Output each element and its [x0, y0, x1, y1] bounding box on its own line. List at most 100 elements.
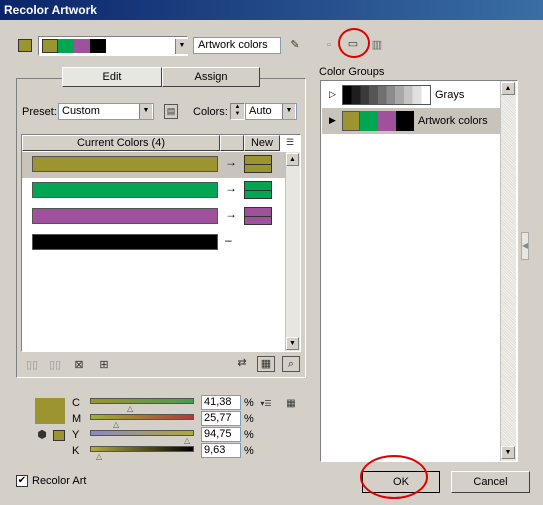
separate-colors-icon[interactable]: ▯▯	[47, 358, 63, 372]
color-mode-cube-icon[interactable]: ⬢	[36, 428, 48, 442]
group-name-artwork-colors: Artwork colors	[418, 115, 488, 127]
color-strip-dropdown[interactable]: ▼	[38, 36, 188, 56]
list-item[interactable]: ▶ Artwork colors	[322, 108, 500, 134]
mapping-arrow-icon[interactable]: →	[225, 155, 237, 169]
arrow-column-header	[220, 135, 244, 151]
yellow-value-field[interactable]: 94,75	[201, 427, 241, 442]
color-group-name-input[interactable]: Artwork colors	[193, 37, 281, 54]
current-colors-header: Current Colors (4)	[22, 135, 220, 151]
group-name-grays: Grays	[435, 89, 465, 101]
groups-scrollbar[interactable]	[500, 81, 516, 461]
color-reduction-options-icon[interactable]: ▤	[164, 104, 178, 119]
table-scrollbar[interactable]	[285, 152, 300, 351]
strip-swatch	[90, 39, 106, 53]
strip-swatch	[58, 39, 74, 53]
table-menu-icon[interactable]: ☰	[282, 135, 298, 151]
table-row[interactable]: →	[22, 178, 300, 204]
magenta-value-field[interactable]: 25,77	[201, 411, 241, 426]
group-swatch	[342, 111, 360, 131]
randomly-change-saturation-icon[interactable]: ▦	[257, 356, 275, 372]
tab-edit[interactable]: Edit	[62, 67, 162, 87]
percent-label: %	[244, 413, 254, 425]
black-slider[interactable]	[90, 446, 194, 452]
list-item[interactable]: ▷ Grays	[322, 82, 500, 108]
mapping-arrow-icon[interactable]: →	[225, 207, 237, 221]
scroll-up-button[interactable]: ▲	[501, 82, 515, 95]
slider-thumb-icon[interactable]: △	[184, 437, 190, 445]
group-swatch	[378, 111, 396, 131]
colors-value: Auto	[249, 105, 272, 117]
cyan-slider[interactable]	[90, 398, 194, 404]
slider-thumb-icon[interactable]: △	[127, 405, 133, 413]
color-library-icon[interactable]: ▦	[283, 397, 299, 411]
eyedropper-icon[interactable]: ✎	[288, 38, 302, 52]
scroll-up-button[interactable]: ▲	[286, 153, 299, 166]
mapping-arrow-icon[interactable]: →	[225, 181, 237, 195]
recolor-art-checkbox[interactable]: ✔	[16, 475, 28, 487]
recolor-artwork-dialog: Recolor Artwork ▼ Artwork colors ✎ ▫ ▭ ▥…	[0, 0, 543, 505]
channel-label-y: Y	[72, 429, 80, 441]
slider-thumb-icon[interactable]: △	[96, 453, 102, 461]
slider-thumb-icon[interactable]: △	[113, 421, 119, 429]
expand-triangle-icon[interactable]: ▶	[329, 115, 336, 126]
strip-swatch	[74, 39, 90, 53]
colors-label: Colors:	[193, 106, 228, 118]
randomly-change-order-icon[interactable]: ⇄	[233, 356, 251, 370]
current-color-bar[interactable]	[32, 208, 218, 224]
strip-swatch	[42, 39, 58, 53]
window-title: Recolor Artwork	[0, 0, 543, 20]
no-mapping-dash-icon[interactable]: –	[225, 233, 232, 247]
chevron-down-icon[interactable]: ▼	[282, 104, 295, 119]
expand-triangle-icon[interactable]: ▷	[329, 89, 336, 100]
chevron-down-icon[interactable]: ▼	[175, 39, 188, 54]
cyan-value-field[interactable]: 41,38	[201, 395, 241, 410]
chevron-down-icon[interactable]: ▼	[139, 104, 152, 119]
new-color-swatch[interactable]	[244, 207, 272, 225]
preset-label: Preset:	[22, 106, 57, 118]
current-color-bar[interactable]	[32, 234, 218, 250]
percent-label: %	[244, 445, 254, 457]
scroll-down-button[interactable]: ▼	[501, 446, 515, 459]
preset-value: Custom	[62, 105, 100, 117]
delete-icon[interactable]: ▥	[371, 38, 383, 52]
yellow-slider[interactable]	[90, 430, 194, 436]
current-color-bar[interactable]	[32, 182, 218, 198]
selected-color-swatch[interactable]	[35, 398, 65, 424]
table-row[interactable]: →	[22, 152, 300, 178]
merge-colors-icon[interactable]: ▯▯	[24, 358, 40, 372]
recolor-art-label: Recolor Art	[32, 475, 87, 487]
preset-select[interactable]: Custom ▼	[58, 103, 154, 120]
percent-label: %	[244, 429, 254, 441]
grays-swatch-strip	[342, 85, 431, 105]
channel-label-m: M	[72, 413, 82, 425]
exclude-colors-icon[interactable]: ⊠	[71, 358, 87, 372]
new-color-swatch[interactable]	[244, 155, 272, 173]
new-row-icon[interactable]: ⊞	[96, 358, 112, 372]
current-color-indicator[interactable]	[18, 39, 32, 52]
new-colors-header: New	[244, 135, 280, 151]
group-swatch	[396, 111, 414, 131]
current-color-bar[interactable]	[32, 156, 218, 172]
color-groups-list	[320, 80, 518, 462]
small-fill-swatch[interactable]	[53, 430, 65, 441]
annotation-circle-new-group	[338, 28, 370, 58]
slider-menu-icon[interactable]: ▾☰	[258, 397, 274, 411]
tab-assign[interactable]: Assign	[162, 67, 260, 87]
find-color-icon[interactable]: ⌕	[282, 356, 300, 372]
percent-label: %	[244, 397, 254, 409]
table-row[interactable]: –	[22, 230, 300, 256]
magenta-slider[interactable]	[90, 414, 194, 420]
channel-label-k: K	[72, 445, 80, 457]
cancel-button[interactable]: Cancel	[451, 471, 530, 493]
collapse-panel-handle[interactable]: ◀	[521, 232, 529, 260]
new-color-swatch[interactable]	[244, 181, 272, 199]
group-swatch	[360, 111, 378, 131]
table-row[interactable]: →	[22, 204, 300, 230]
colors-select[interactable]: Auto ▼	[245, 103, 297, 120]
save-group-icon[interactable]: ▫	[322, 38, 336, 52]
black-value-field[interactable]: 9,63	[201, 443, 241, 458]
scroll-down-button[interactable]: ▼	[286, 337, 299, 350]
annotation-circle-ok	[360, 455, 428, 499]
colors-stepper[interactable]: ▲ ▼	[230, 103, 245, 120]
channel-label-c: C	[72, 397, 80, 409]
